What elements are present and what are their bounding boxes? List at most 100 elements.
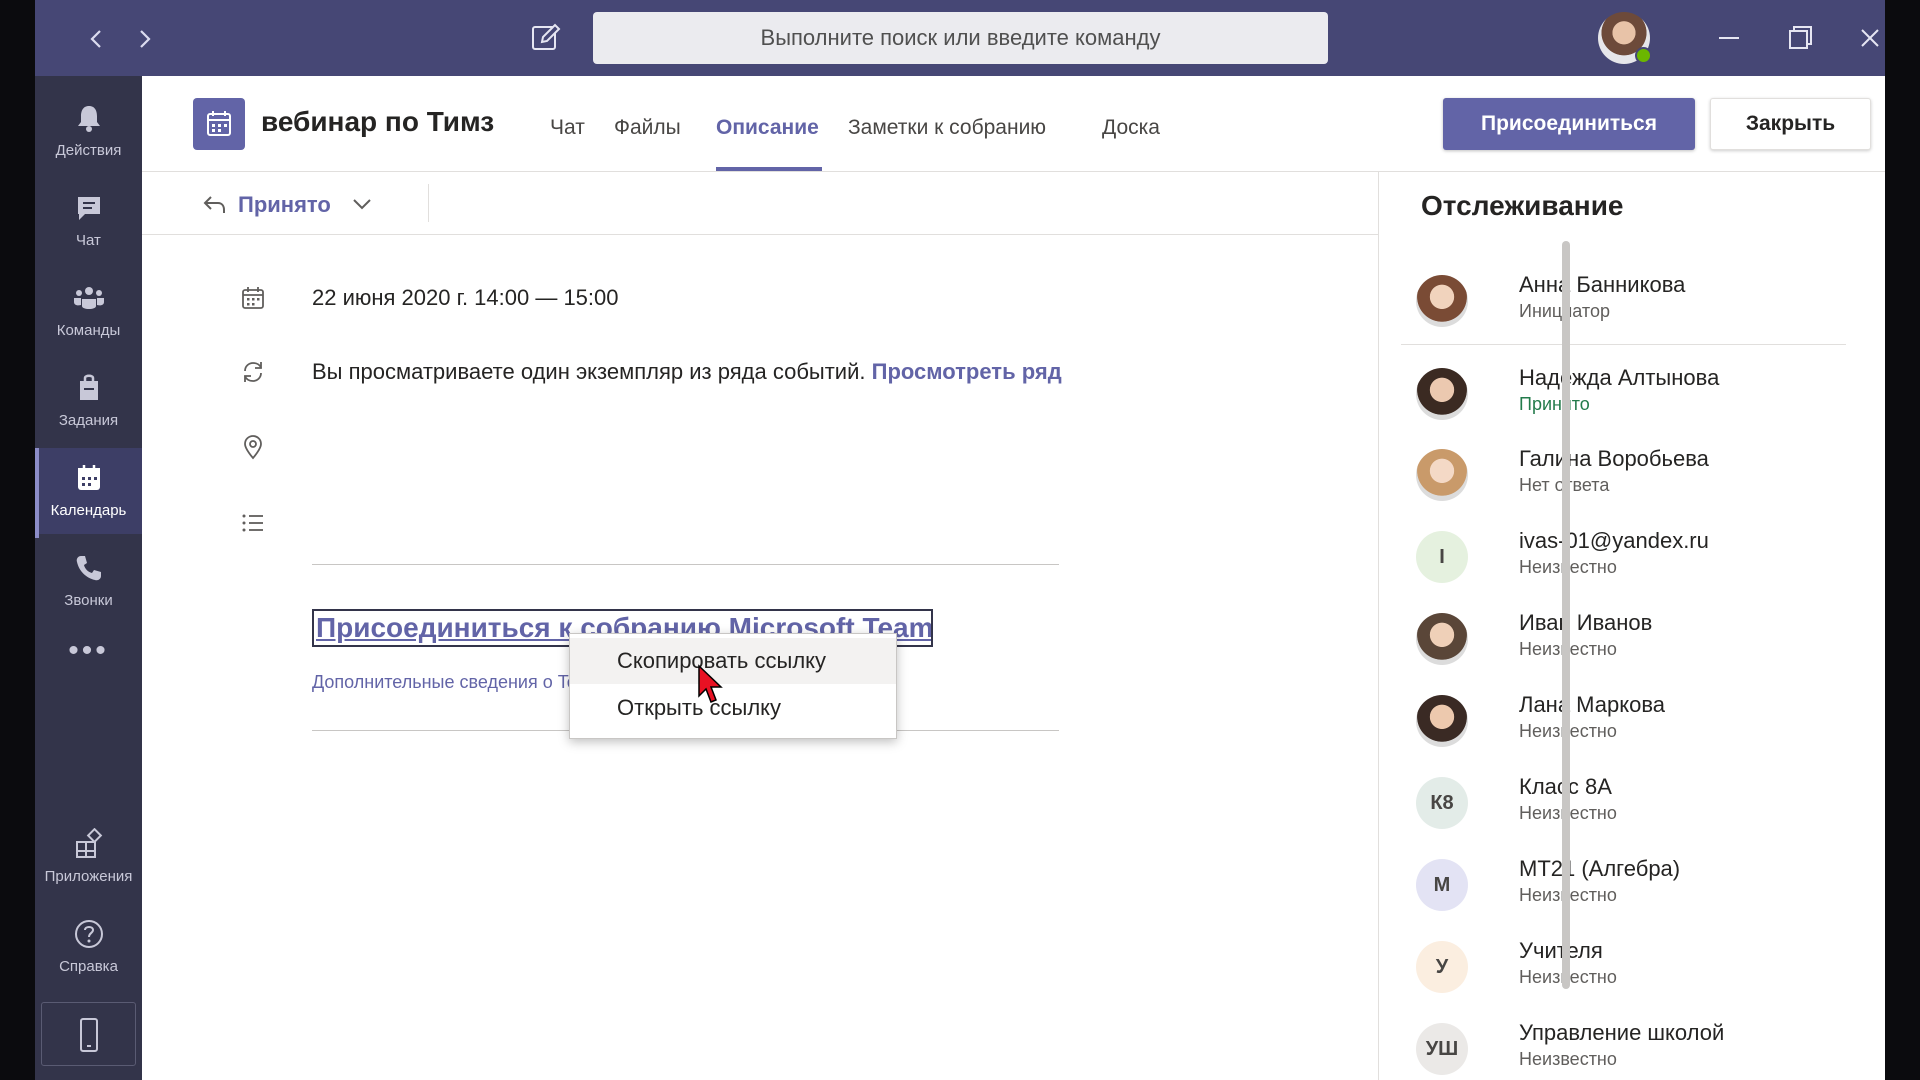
avatar: УШ bbox=[1416, 1023, 1468, 1075]
tab-chat[interactable]: Чат bbox=[550, 116, 585, 140]
rail-label: Команды bbox=[56, 322, 121, 339]
teams-window: Действия Чат Команды Задания Календарь З… bbox=[35, 0, 1885, 1080]
avatar: I bbox=[1416, 531, 1468, 583]
attendee-item[interactable]: ММТ21 (Алгебра)Неизвестно bbox=[1379, 846, 1869, 928]
tab-meeting-notes[interactable]: Заметки к собранию bbox=[848, 116, 1046, 140]
tab-whiteboard[interactable]: Доска bbox=[1102, 116, 1160, 140]
attendee-item[interactable]: Иван ИвановНеизвестно bbox=[1379, 600, 1869, 682]
attendee-item[interactable]: Лана МарковаНеизвестно bbox=[1379, 682, 1869, 764]
tracking-panel: Отслеживание Анна БанниковаИнициатор Наде… bbox=[1378, 172, 1885, 1080]
minimize-icon[interactable] bbox=[1709, 18, 1749, 58]
phone-icon bbox=[76, 556, 101, 581]
avatar bbox=[1416, 275, 1468, 327]
attendee-name: ivas-01@yandex.ru bbox=[1519, 528, 1709, 553]
tracking-title: Отслеживание bbox=[1421, 190, 1624, 221]
avatar bbox=[1416, 613, 1468, 665]
calendar-icon bbox=[78, 465, 100, 490]
copy-link-menu-item[interactable]: Скопировать ссылку bbox=[570, 638, 896, 684]
rail-item-chat[interactable]: Чат bbox=[35, 178, 142, 264]
rail-item-calls[interactable]: Звонки bbox=[35, 538, 142, 624]
rail-item-apps[interactable]: Приложения bbox=[35, 814, 142, 900]
attendee-status: Принято bbox=[1519, 394, 1590, 414]
mobile-device-icon bbox=[80, 1018, 98, 1052]
context-menu: Скопировать ссылку Открыть ссылку bbox=[569, 633, 897, 739]
help-icon bbox=[75, 920, 103, 948]
attendee-item[interactable]: Анна БанниковаИнициатор bbox=[1379, 262, 1869, 344]
avatar bbox=[1416, 368, 1468, 420]
avatar bbox=[1416, 695, 1468, 747]
search-input[interactable] bbox=[593, 12, 1328, 64]
app-bar: Действия Чат Команды Задания Календарь З… bbox=[35, 76, 142, 1080]
series-info-text: Вы просматриваете один экземпляр из ряда… bbox=[312, 359, 866, 384]
attendee-item[interactable]: К8Класс 8АНеизвестно bbox=[1379, 764, 1869, 846]
title-bar bbox=[35, 0, 1885, 76]
teams-icon bbox=[74, 287, 104, 309]
avatar: У bbox=[1416, 941, 1468, 993]
attendee-item[interactable]: УШ Управление школой Неизвестно bbox=[1379, 1010, 1869, 1080]
calendar-icon bbox=[242, 287, 264, 309]
rsvp-bar: Принято bbox=[142, 172, 1378, 235]
meeting-date: 22 июня 2020 г. 14:00 — 15:00 bbox=[312, 285, 619, 310]
avatar: К8 bbox=[1416, 777, 1468, 829]
meeting-title: вебинар по Тимз bbox=[261, 106, 495, 137]
forward-arrow-icon[interactable] bbox=[127, 22, 161, 56]
rail-item-calendar[interactable]: Календарь bbox=[35, 448, 142, 538]
rail-label: Звонки bbox=[64, 592, 113, 609]
attendee-name: Анна Банникова bbox=[1519, 272, 1686, 297]
meeting-header: вебинар по Тимз Чат Файлы Описание Замет… bbox=[142, 76, 1885, 172]
repeat-icon bbox=[244, 362, 262, 382]
attendee-name: Иван Иванов bbox=[1519, 610, 1653, 635]
close-button[interactable]: Закрыть bbox=[1710, 98, 1871, 150]
view-series-link[interactable]: Просмотреть ряд bbox=[872, 359, 1062, 384]
device-button[interactable] bbox=[41, 1002, 136, 1066]
tab-description[interactable]: Описание bbox=[716, 116, 819, 140]
attendee-item[interactable]: Надежда Алтынова Принято bbox=[1379, 355, 1869, 437]
join-button[interactable]: Присоединиться bbox=[1443, 98, 1695, 150]
bell-icon bbox=[78, 106, 100, 132]
tab-files[interactable]: Файлы bbox=[614, 116, 681, 140]
presence-available-icon bbox=[1635, 47, 1652, 64]
attendee-item[interactable]: УУчителяНеизвестно bbox=[1379, 928, 1869, 1010]
back-arrow-icon[interactable] bbox=[80, 22, 114, 56]
apps-icon bbox=[76, 828, 103, 858]
attendee-name: Галина Воробьева bbox=[1519, 446, 1709, 471]
attendee-status: Неизвестно bbox=[1519, 1049, 1617, 1069]
attendee-name: Управление школой bbox=[1519, 1020, 1725, 1045]
list-icon bbox=[242, 514, 263, 532]
rail-label: Действия bbox=[55, 142, 122, 159]
series-info: Вы просматриваете один экземпляр из ряда… bbox=[312, 359, 1062, 385]
divider bbox=[312, 564, 1059, 565]
more-info-link[interactable]: Дополнительные сведения о Tea bbox=[312, 672, 587, 693]
more-apps-icon[interactable]: ••• bbox=[35, 634, 142, 674]
maximize-icon[interactable] bbox=[1780, 18, 1820, 58]
rsvp-label: Принято bbox=[238, 192, 331, 217]
divider bbox=[1401, 344, 1846, 345]
attendee-name: Учителя bbox=[1519, 938, 1603, 963]
close-window-icon[interactable] bbox=[1850, 18, 1885, 58]
active-tab-indicator bbox=[716, 167, 822, 171]
attendee-name: Надежда Алтынова bbox=[1519, 365, 1720, 390]
location-pin-icon bbox=[244, 435, 262, 460]
avatar bbox=[1416, 449, 1468, 501]
assignments-icon bbox=[80, 374, 98, 400]
rail-item-teams[interactable]: Команды bbox=[35, 268, 142, 354]
compose-icon[interactable] bbox=[528, 20, 564, 56]
rail-label: Справка bbox=[59, 958, 118, 975]
attendee-name: Лана Маркова bbox=[1519, 692, 1665, 717]
rail-label: Задания bbox=[58, 412, 119, 429]
attendee-item[interactable]: Галина Воробьева Нет ответа bbox=[1379, 436, 1869, 518]
rail-label: Приложения bbox=[44, 868, 133, 885]
rail-label: Чат bbox=[76, 232, 101, 249]
attendee-item[interactable]: Iivas-01@yandex.ruНеизвестно bbox=[1379, 518, 1869, 600]
rail-item-assignments[interactable]: Задания bbox=[35, 358, 142, 444]
mouse-cursor-icon bbox=[698, 664, 723, 703]
avatar: М bbox=[1416, 859, 1468, 911]
open-link-menu-item[interactable]: Открыть ссылку bbox=[570, 685, 896, 731]
rail-item-activity[interactable]: Действия bbox=[35, 88, 142, 174]
rail-item-help[interactable]: Справка bbox=[35, 904, 142, 990]
attendee-name: МТ21 (Алгебра) bbox=[1519, 856, 1681, 881]
chat-icon bbox=[78, 197, 100, 220]
reply-arrow-icon bbox=[203, 196, 225, 213]
chevron-down-icon bbox=[353, 199, 371, 210]
scrollbar[interactable] bbox=[1562, 241, 1570, 989]
